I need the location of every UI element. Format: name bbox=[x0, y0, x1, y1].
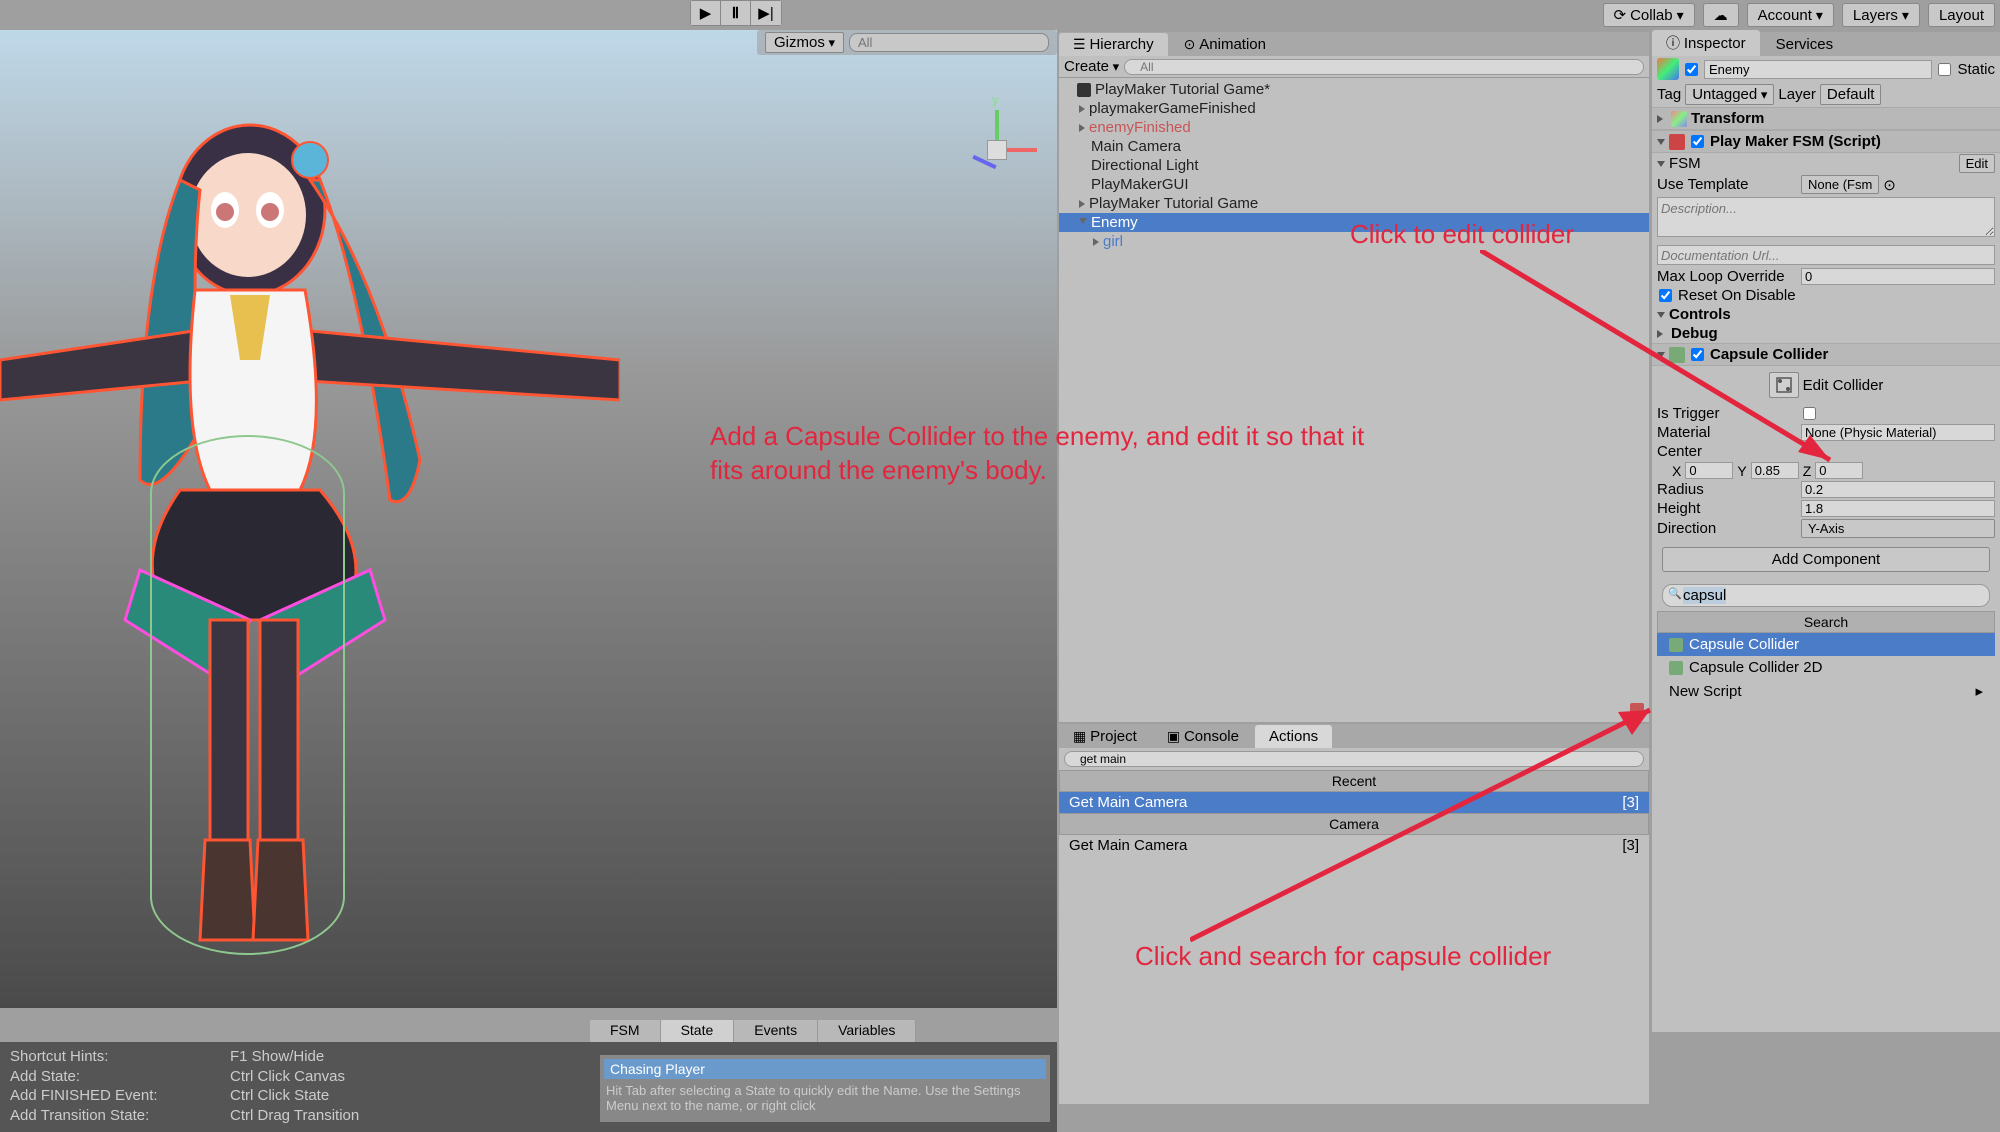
annotation-edit-collider: Click to edit collider bbox=[1350, 218, 1574, 252]
gizmos-dropdown[interactable]: Gizmos ▾ bbox=[765, 32, 844, 53]
center-label: Center bbox=[1657, 443, 1797, 460]
component-search[interactable]: capsul bbox=[1662, 584, 1990, 607]
collab-dropdown[interactable]: ⟳Collab ▾ bbox=[1603, 3, 1695, 27]
material-label: Material bbox=[1657, 424, 1797, 441]
layer-label: Layer bbox=[1778, 86, 1816, 103]
height-field[interactable] bbox=[1801, 500, 1995, 517]
hierarchy-item[interactable]: enemyFinished bbox=[1059, 118, 1649, 137]
hierarchy-search[interactable] bbox=[1124, 59, 1644, 75]
hierarchy-item[interactable]: PlayMaker Tutorial Game* bbox=[1059, 80, 1649, 99]
state-inspector: Chasing Player Hit Tab after selecting a… bbox=[600, 1055, 1050, 1122]
center-x[interactable] bbox=[1685, 462, 1733, 479]
center-z[interactable] bbox=[1815, 462, 1863, 479]
radius-label: Radius bbox=[1657, 481, 1797, 498]
center-y[interactable] bbox=[1751, 462, 1799, 479]
add-component-button[interactable]: Add Component bbox=[1662, 547, 1990, 572]
controls-section[interactable]: Controls bbox=[1669, 306, 1731, 323]
tab-services[interactable]: Services bbox=[1762, 33, 1848, 56]
fsm-edit-button[interactable]: Edit bbox=[1959, 154, 1995, 173]
radius-field[interactable] bbox=[1801, 481, 1995, 498]
capsule-collider-gizmo[interactable] bbox=[150, 435, 345, 955]
fsm-tab-state[interactable]: State bbox=[661, 1020, 735, 1042]
reset-disable-label: Reset On Disable bbox=[1678, 287, 1796, 304]
playmaker-fsm-component[interactable]: Play Maker FSM (Script) bbox=[1652, 130, 2000, 153]
character-model[interactable] bbox=[0, 80, 620, 950]
scene-view[interactable]: Gizmos ▾ y bbox=[0, 30, 1057, 1008]
cloud-button[interactable]: ☁ bbox=[1703, 3, 1739, 27]
max-loop-label: Max Loop Override bbox=[1657, 268, 1797, 285]
doc-url-field[interactable] bbox=[1657, 245, 1995, 265]
tag-label: Tag bbox=[1657, 86, 1681, 103]
search-header: Search bbox=[1657, 611, 1995, 633]
account-dropdown[interactable]: Account ▾ bbox=[1747, 3, 1834, 27]
material-field[interactable] bbox=[1801, 424, 1995, 441]
create-dropdown[interactable]: Create ▾ bbox=[1064, 58, 1119, 75]
tab-console[interactable]: ▣ Console bbox=[1153, 725, 1253, 748]
static-checkbox[interactable] bbox=[1938, 63, 1951, 76]
is-trigger-checkbox[interactable] bbox=[1803, 407, 1816, 420]
inspector-panel: ⓘ Inspector Services Static Tag Untagged… bbox=[1652, 32, 2000, 1032]
fsm-tab-events[interactable]: Events bbox=[734, 1020, 818, 1042]
fsm-tabs: FSMStateEventsVariables bbox=[590, 1020, 916, 1042]
height-label: Height bbox=[1657, 500, 1797, 517]
project-panel: ▦ Project ▣ Console Actions Recent Get M… bbox=[1059, 724, 1649, 1104]
capsule-collider-component[interactable]: Capsule Collider bbox=[1652, 343, 2000, 366]
template-dropdown[interactable]: None (Fsm bbox=[1801, 175, 1879, 194]
hierarchy-panel: ☰ Hierarchy ⊙ Animation Create ▾ PlayMak… bbox=[1059, 32, 1649, 722]
tab-hierarchy[interactable]: ☰ Hierarchy bbox=[1059, 33, 1168, 56]
hierarchy-item[interactable]: PlayMaker Tutorial Game bbox=[1059, 194, 1649, 213]
fsm-label: FSM bbox=[1669, 155, 1955, 172]
gameobject-name[interactable] bbox=[1704, 60, 1932, 79]
action-get-main-camera[interactable]: Get Main Camera[3] bbox=[1059, 835, 1649, 856]
direction-label: Direction bbox=[1657, 520, 1797, 537]
play-button[interactable]: ▶ bbox=[691, 1, 721, 25]
tab-project[interactable]: ▦ Project bbox=[1059, 725, 1151, 748]
fsm-tab-fsm[interactable]: FSM bbox=[590, 1020, 661, 1042]
debug-section[interactable]: Debug bbox=[1671, 325, 1718, 342]
state-hint: Hit Tab after selecting a State to quick… bbox=[604, 1079, 1046, 1118]
reset-disable-checkbox[interactable] bbox=[1659, 289, 1672, 302]
annotation-main: Add a Capsule Collider to the enemy, and… bbox=[710, 420, 1370, 488]
orientation-gizmo[interactable]: y bbox=[957, 110, 1037, 190]
tab-actions[interactable]: Actions bbox=[1255, 725, 1332, 748]
layer-dropdown[interactable]: Default bbox=[1820, 84, 1882, 105]
playback-controls: ▶ Ⅱ ▶| bbox=[690, 0, 782, 26]
layout-dropdown[interactable]: Layout bbox=[1928, 3, 1995, 27]
tab-animation[interactable]: ⊙ Animation bbox=[1170, 33, 1280, 56]
hierarchy-item[interactable]: playmakerGameFinished bbox=[1059, 99, 1649, 118]
step-button[interactable]: ▶| bbox=[751, 1, 781, 25]
pause-button[interactable]: Ⅱ bbox=[721, 1, 751, 25]
direction-dropdown[interactable]: Y-Axis bbox=[1801, 519, 1995, 538]
result-new-script[interactable]: New Script▸ bbox=[1657, 679, 1995, 703]
layers-dropdown[interactable]: Layers ▾ bbox=[1842, 3, 1920, 27]
fsm-tab-variables[interactable]: Variables bbox=[818, 1020, 916, 1042]
recent-header: Recent bbox=[1059, 770, 1649, 792]
actions-search[interactable] bbox=[1064, 751, 1644, 767]
error-indicator[interactable] bbox=[1630, 703, 1644, 717]
hierarchy-item[interactable]: Main Camera bbox=[1059, 137, 1649, 156]
edit-collider-label: Edit Collider bbox=[1803, 377, 1884, 394]
scene-search[interactable] bbox=[849, 33, 1049, 52]
gameobject-icon bbox=[1657, 58, 1679, 80]
annotation-search: Click and search for capsule collider bbox=[1135, 940, 1565, 974]
description-field[interactable] bbox=[1657, 197, 1995, 237]
hierarchy-item[interactable]: Directional Light bbox=[1059, 156, 1649, 175]
gameobject-active[interactable] bbox=[1685, 63, 1698, 76]
use-template-label: Use Template bbox=[1657, 176, 1797, 193]
camera-header: Camera bbox=[1059, 813, 1649, 835]
tab-inspector[interactable]: ⓘ Inspector bbox=[1652, 30, 1760, 56]
tag-dropdown[interactable]: Untagged ▾ bbox=[1685, 84, 1774, 105]
hierarchy-item[interactable]: PlayMakerGUI bbox=[1059, 175, 1649, 194]
action-get-main-camera-recent[interactable]: Get Main Camera[3] bbox=[1059, 792, 1649, 813]
transform-component[interactable]: Transform bbox=[1652, 107, 2000, 130]
result-capsule-collider[interactable]: Capsule Collider bbox=[1657, 633, 1995, 656]
state-title[interactable]: Chasing Player bbox=[604, 1059, 1046, 1079]
static-label: Static bbox=[1957, 61, 1995, 78]
gizmo-y-label: y bbox=[992, 92, 999, 107]
is-trigger-label: Is Trigger bbox=[1657, 405, 1797, 422]
max-loop-field[interactable] bbox=[1801, 268, 1995, 285]
result-capsule-collider-2d[interactable]: Capsule Collider 2D bbox=[1657, 656, 1995, 679]
edit-collider-button[interactable] bbox=[1769, 372, 1799, 398]
